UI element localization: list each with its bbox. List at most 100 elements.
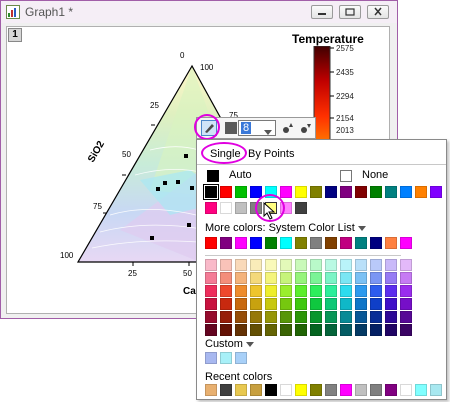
- system-color-swatch[interactable]: [250, 237, 262, 249]
- increase-size-button[interactable]: [281, 121, 295, 135]
- palette-color-swatch[interactable]: [265, 272, 277, 284]
- color-swatch[interactable]: [385, 186, 397, 198]
- palette-color-swatch[interactable]: [325, 285, 337, 297]
- palette-color-swatch[interactable]: [235, 272, 247, 284]
- palette-color-swatch[interactable]: [310, 272, 322, 284]
- palette-color-swatch[interactable]: [205, 285, 217, 297]
- palette-color-swatch[interactable]: [295, 298, 307, 310]
- palette-color-swatch[interactable]: [400, 298, 412, 310]
- palette-color-swatch[interactable]: [220, 259, 232, 271]
- color-swatch[interactable]: [220, 186, 232, 198]
- palette-color-swatch[interactable]: [250, 324, 262, 336]
- custom-color-swatch[interactable]: [220, 352, 232, 364]
- symbol-size-combo[interactable]: 8: [238, 120, 276, 136]
- palette-color-swatch[interactable]: [310, 285, 322, 297]
- palette-color-swatch[interactable]: [295, 311, 307, 323]
- palette-color-swatch[interactable]: [280, 298, 292, 310]
- palette-color-swatch[interactable]: [295, 272, 307, 284]
- color-swatch[interactable]: [205, 202, 217, 214]
- palette-color-swatch[interactable]: [355, 324, 367, 336]
- palette-color-swatch[interactable]: [325, 298, 337, 310]
- palette-color-swatch[interactable]: [340, 298, 352, 310]
- custom-color-swatch[interactable]: [235, 352, 247, 364]
- color-swatch[interactable]: [325, 186, 337, 198]
- recent-color-swatch[interactable]: [220, 384, 232, 396]
- recent-color-swatch[interactable]: [205, 384, 217, 396]
- recent-color-swatch[interactable]: [280, 384, 292, 396]
- palette-color-swatch[interactable]: [355, 272, 367, 284]
- color-swatch[interactable]: [235, 186, 247, 198]
- palette-color-swatch[interactable]: [385, 298, 397, 310]
- palette-color-swatch[interactable]: [355, 285, 367, 297]
- palette-color-swatch[interactable]: [400, 311, 412, 323]
- color-swatch[interactable]: [295, 186, 307, 198]
- recent-color-swatch[interactable]: [235, 384, 247, 396]
- color-swatch[interactable]: [400, 186, 412, 198]
- palette-color-swatch[interactable]: [295, 259, 307, 271]
- system-color-swatch[interactable]: [295, 237, 307, 249]
- color-swatch[interactable]: [295, 202, 307, 214]
- palette-color-swatch[interactable]: [370, 272, 382, 284]
- palette-color-swatch[interactable]: [385, 272, 397, 284]
- palette-color-swatch[interactable]: [235, 259, 247, 271]
- more-colors-label[interactable]: More colors: System Color List: [205, 222, 366, 234]
- palette-color-swatch[interactable]: [205, 311, 217, 323]
- palette-color-swatch[interactable]: [400, 259, 412, 271]
- palette-color-swatch[interactable]: [340, 324, 352, 336]
- palette-color-swatch[interactable]: [220, 298, 232, 310]
- palette-color-swatch[interactable]: [235, 298, 247, 310]
- system-color-swatch[interactable]: [220, 237, 232, 249]
- color-swatch[interactable]: [280, 186, 292, 198]
- palette-color-swatch[interactable]: [355, 298, 367, 310]
- symbol-shape-button[interactable]: [225, 122, 237, 134]
- system-color-swatch[interactable]: [280, 237, 292, 249]
- palette-color-swatch[interactable]: [280, 259, 292, 271]
- system-color-swatch[interactable]: [370, 237, 382, 249]
- palette-color-swatch[interactable]: [370, 324, 382, 336]
- recent-color-swatch[interactable]: [265, 384, 277, 396]
- palette-color-swatch[interactable]: [400, 285, 412, 297]
- color-swatch[interactable]: [235, 202, 247, 214]
- palette-color-swatch[interactable]: [220, 324, 232, 336]
- none-color-swatch[interactable]: [340, 170, 352, 182]
- color-swatch[interactable]: [310, 186, 322, 198]
- system-color-swatch[interactable]: [340, 237, 352, 249]
- system-color-swatch[interactable]: [265, 237, 277, 249]
- palette-color-swatch[interactable]: [355, 259, 367, 271]
- palette-color-swatch[interactable]: [370, 311, 382, 323]
- palette-color-swatch[interactable]: [220, 311, 232, 323]
- palette-color-swatch[interactable]: [400, 272, 412, 284]
- recent-color-swatch[interactable]: [370, 384, 382, 396]
- palette-color-swatch[interactable]: [250, 259, 262, 271]
- recent-color-swatch[interactable]: [340, 384, 352, 396]
- palette-color-swatch[interactable]: [325, 311, 337, 323]
- palette-color-swatch[interactable]: [235, 285, 247, 297]
- palette-color-swatch[interactable]: [265, 285, 277, 297]
- palette-color-swatch[interactable]: [400, 324, 412, 336]
- palette-color-swatch[interactable]: [250, 285, 262, 297]
- palette-color-swatch[interactable]: [295, 324, 307, 336]
- palette-color-swatch[interactable]: [295, 285, 307, 297]
- maximize-button[interactable]: [339, 5, 361, 19]
- palette-color-swatch[interactable]: [310, 311, 322, 323]
- palette-color-swatch[interactable]: [265, 311, 277, 323]
- recent-color-swatch[interactable]: [355, 384, 367, 396]
- palette-color-swatch[interactable]: [370, 259, 382, 271]
- color-swatch[interactable]: [370, 186, 382, 198]
- system-color-swatch[interactable]: [205, 237, 217, 249]
- palette-color-swatch[interactable]: [250, 272, 262, 284]
- system-color-swatch[interactable]: [325, 237, 337, 249]
- palette-color-swatch[interactable]: [310, 324, 322, 336]
- palette-color-swatch[interactable]: [280, 285, 292, 297]
- palette-color-swatch[interactable]: [325, 259, 337, 271]
- color-swatch[interactable]: [203, 184, 219, 200]
- palette-color-swatch[interactable]: [340, 259, 352, 271]
- close-button[interactable]: [367, 5, 389, 19]
- palette-color-swatch[interactable]: [205, 259, 217, 271]
- recent-color-swatch[interactable]: [310, 384, 322, 396]
- palette-color-swatch[interactable]: [340, 272, 352, 284]
- palette-color-swatch[interactable]: [370, 285, 382, 297]
- palette-color-swatch[interactable]: [280, 272, 292, 284]
- color-swatch[interactable]: [355, 186, 367, 198]
- palette-color-swatch[interactable]: [220, 272, 232, 284]
